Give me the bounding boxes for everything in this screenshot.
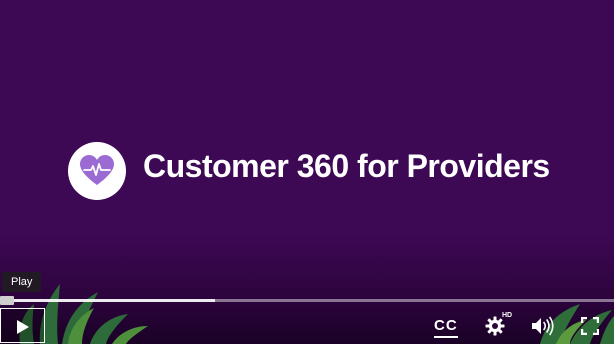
gear-icon [485,316,505,336]
fullscreen-button[interactable] [580,312,600,340]
video-title: Customer 360 for Providers [143,148,550,184]
play-button[interactable] [0,308,45,343]
hd-badge: HD [502,312,513,319]
play-icon [17,320,29,334]
captions-underline [434,336,458,338]
fullscreen-icon [581,317,599,335]
heart-pulse-icon [80,155,114,185]
progress-bar[interactable] [0,296,614,305]
buffered-bar [0,299,215,302]
video-player[interactable]: Customer 360 for Providers Play CC HD [0,0,614,344]
volume-icon [532,316,554,336]
progress-handle[interactable] [0,296,14,305]
logo-badge [68,142,126,200]
play-tooltip: Play [2,272,42,292]
volume-button[interactable] [531,312,555,340]
